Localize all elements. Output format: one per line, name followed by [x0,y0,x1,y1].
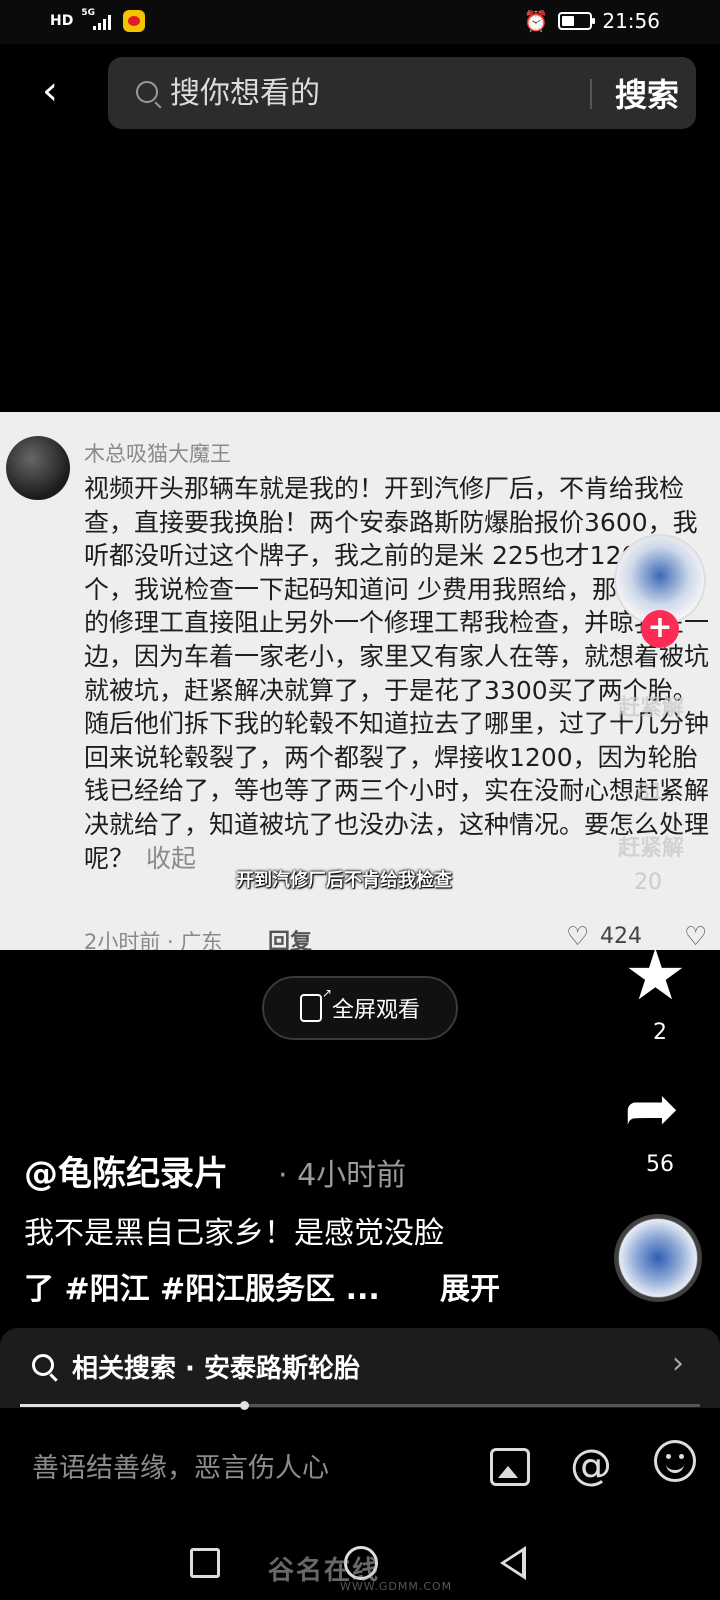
dislike-icon: ♡ [684,922,708,950]
emoji-icon[interactable] [654,1440,696,1482]
weibo-app-icon [123,10,146,32]
favorite-count: 2 [653,1020,667,1045]
ghost-count: 20 [634,870,662,895]
comment-text: 视频开头那辆车就是我的！开到汽修厂后，不肯给我检查，直接要我换胎！两个安泰路斯防… [84,474,710,873]
search-button[interactable]: 搜索 [602,71,692,115]
commenter-avatar [6,436,70,500]
status-left: HD 5G [50,8,146,32]
video-player[interactable]: 木总吸猫大魔王 视频开头那辆车就是我的！开到汽修厂后，不肯给我检查，直接要我换胎… [0,412,720,950]
comment-input[interactable] [32,1448,452,1488]
progress-knob[interactable] [240,1401,250,1410]
related-search-bar[interactable]: 相关搜索 · 安泰路斯轮胎 › [0,1328,720,1408]
fullscreen-icon [299,986,332,1022]
nav-back-icon[interactable] [500,1546,526,1580]
search-input[interactable] [170,74,550,112]
status-right: ⏰ 21:56 [523,9,660,33]
recent-apps-icon[interactable] [190,1548,220,1578]
collapse-link: 收起 [146,843,197,873]
signal-icon: 5G [81,8,115,32]
reply-label: 回复 [268,930,313,950]
progress-fill [20,1404,245,1407]
share-arrow-icon[interactable]: ➦ [624,1076,679,1142]
ghost-button-text: 赶紧解 [618,696,685,721]
post-description-line1: 我不是黑自己家乡！是感觉没脸 [24,1216,444,1251]
video-left-strip [0,412,80,950]
back-button[interactable]: ‹ [28,66,72,116]
alarm-icon: ⏰ [523,9,549,33]
video-progress-bar[interactable] [20,1401,700,1410]
mention-icon[interactable]: @ [570,1440,612,1489]
status-time: 21:56 [602,9,660,33]
ghost-count: 81 [636,780,664,805]
search-divider [590,79,592,109]
image-icon[interactable] [490,1448,530,1486]
favorite-star-icon[interactable]: ★ [624,940,687,1010]
comment-meta: 2小时前 · 广东 [84,930,223,950]
search-icon [136,81,158,103]
search-box[interactable]: 搜索 [108,57,696,129]
heart-icon: ♡ [566,922,590,950]
related-search-text: 相关搜索 · 安泰路斯轮胎 [72,1354,360,1384]
post-description-line2[interactable]: 了 #阳江 #阳江服务区 ... [24,1264,380,1308]
status-bar: HD 5G ⏰ 21:56 [0,0,720,44]
author-handle[interactable]: @龟陈纪录片 [24,1146,228,1195]
comment-author: 木总吸猫大魔王 [84,442,231,466]
comment-body: 视频开头那辆车就是我的！开到汽修厂后，不肯给我检查，直接要我换胎！两个安泰路斯防… [84,472,714,875]
fullscreen-button[interactable]: 全屏观看 [262,976,458,1040]
fullscreen-label: 全屏观看 [331,998,420,1023]
search-icon [32,1354,54,1376]
share-count: 56 [646,1152,674,1177]
post-time: · 4小时前 [278,1158,407,1193]
hd-indicator: HD [50,13,74,29]
chevron-right-icon: › [672,1346,684,1381]
back-arrow-icon: ‹ [42,68,58,114]
watermark-url: WWW.GDMM.COM [340,1580,453,1593]
ghost-button-text: 赶紧解 [618,836,685,861]
follow-button[interactable]: + [641,610,679,648]
battery-icon [558,12,596,30]
battery-level [562,16,575,26]
expand-button[interactable]: 展开 [440,1264,500,1308]
music-disc[interactable] [614,1214,702,1302]
video-subtitle: 开到汽修厂后不肯给我检查 [236,870,452,891]
